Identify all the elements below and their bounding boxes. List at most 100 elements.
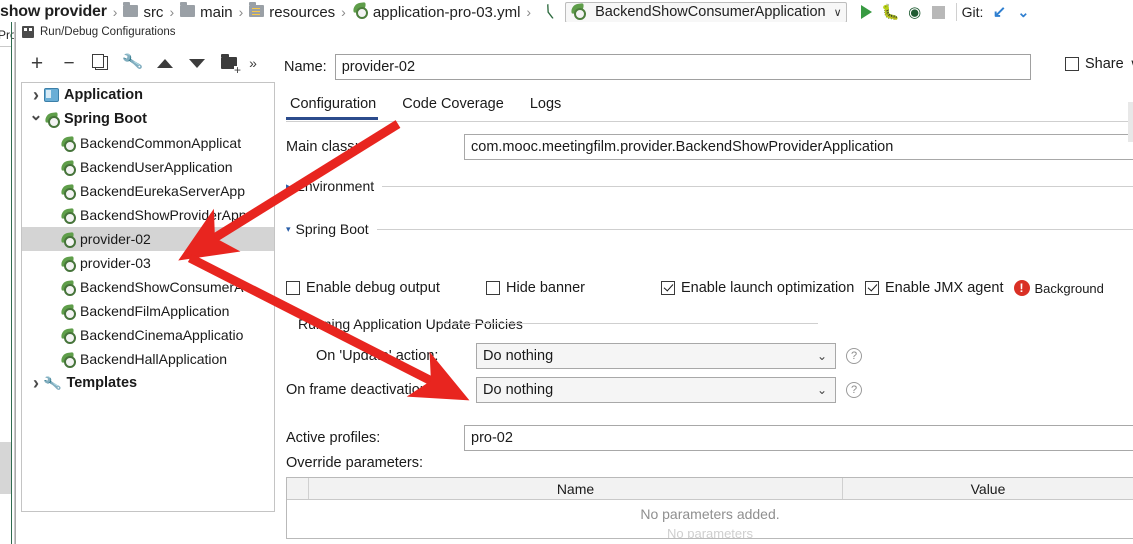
checkbox-box[interactable] — [661, 281, 675, 295]
folder-icon — [180, 1, 196, 21]
tree-item-label: BackendCommonApplicat — [80, 135, 242, 151]
environment-section-header[interactable]: ▸ Environment — [286, 178, 1133, 194]
breadcrumb-item-src[interactable]: src — [123, 1, 164, 21]
breadcrumb-separator: › — [112, 4, 118, 20]
share-checkbox[interactable] — [1065, 57, 1079, 71]
tree-item-templates[interactable]: 🔧 Templates — [22, 371, 274, 395]
tree-item-backendshowproviderapplication[interactable]: BackendShowProviderApp — [22, 203, 274, 227]
on-update-action-select[interactable]: Do nothing ⌄ — [476, 343, 836, 369]
breadcrumb-label-resources: resources — [269, 3, 336, 21]
breadcrumb-item-main[interactable]: main — [180, 1, 233, 21]
add-configuration-button[interactable] — [21, 51, 53, 75]
tree-item-application[interactable]: Application — [22, 83, 274, 107]
on-update-action-value: Do nothing — [483, 348, 554, 364]
breadcrumb-label-src: src — [143, 3, 164, 21]
tree-item-backendcommonapplication[interactable]: BackendCommonApplicat — [22, 131, 274, 155]
enable-debug-output-label: Enable debug output — [306, 280, 440, 296]
run-debug-icon — [22, 26, 34, 38]
on-frame-deactivation-row: On frame deactivation: Do nothing ⌄ ? — [286, 377, 862, 403]
vertical-scrollbar[interactable] — [1128, 102, 1133, 142]
on-frame-deactivation-select[interactable]: Do nothing ⌄ — [476, 377, 836, 403]
ide-breadcrumb-bar: show provider › src › main › resources ›… — [0, 0, 1133, 24]
tree-item-backendfilmapplication[interactable]: BackendFilmApplication — [22, 299, 274, 323]
more-options-button[interactable]: » — [245, 51, 261, 75]
spring-leaf-icon — [570, 4, 587, 21]
run-icon[interactable] — [855, 1, 879, 23]
tree-item-label: BackendUserApplication — [80, 159, 233, 175]
breadcrumb-separator: › — [341, 4, 346, 20]
tab-logs[interactable]: Logs — [526, 92, 573, 120]
tree-item-backenduserapplication[interactable]: BackendUserApplication — [22, 155, 274, 179]
configurations-tree[interactable]: Application Spring Boot BackendCommonApp… — [21, 82, 275, 512]
tab-configuration[interactable]: Configuration — [286, 92, 388, 120]
git-update-icon[interactable]: ↙ — [987, 1, 1011, 23]
error-circle-icon: ! — [1013, 280, 1030, 296]
edit-templates-button[interactable]: 🔧 — [117, 51, 149, 75]
tree-item-backendeurekaserverapplication[interactable]: BackendEurekaServerApp — [22, 179, 274, 203]
name-field-row: Name: — [284, 54, 1031, 80]
tree-item-spring-boot[interactable]: Spring Boot — [22, 107, 274, 131]
copy-configuration-button[interactable] — [85, 51, 117, 75]
enable-launch-optimization-checkbox[interactable]: Enable launch optimization — [661, 280, 865, 296]
hammer-icon[interactable]: ⟨ — [537, 1, 561, 23]
tree-item-label: Application — [64, 87, 143, 103]
breadcrumb-separator: › — [238, 4, 244, 20]
stop-icon[interactable] — [927, 1, 951, 23]
table-header-value[interactable]: Value — [843, 478, 1133, 499]
spring-leaf-icon — [60, 328, 77, 344]
breadcrumb-label-main: main — [200, 3, 233, 21]
breadcrumb-item-file[interactable]: application-pro-03.yml — [352, 3, 520, 21]
run-with-coverage-icon[interactable]: ◉ — [903, 1, 927, 23]
move-down-button[interactable] — [181, 51, 213, 75]
background-label: Background — [1034, 280, 1104, 296]
breadcrumb-item-project[interactable]: show provider — [0, 3, 107, 21]
tree-item-backendhallapplication[interactable]: BackendHallApplication — [22, 347, 274, 371]
section-divider — [382, 185, 1133, 187]
breadcrumb-separator: › — [169, 4, 175, 20]
chevron-right-icon[interactable] — [28, 373, 44, 394]
active-profiles-input[interactable] — [464, 425, 1133, 451]
create-folder-button[interactable] — [213, 51, 245, 75]
tree-item-backendshowconsumerapplication[interactable]: BackendShowConsumerA — [22, 275, 274, 299]
update-policies-title: Running Application Update Policies — [298, 316, 523, 332]
override-parameters-table[interactable]: Name Value No parameters added. No param… — [286, 477, 1133, 539]
help-icon[interactable]: ? — [846, 382, 862, 398]
section-divider — [376, 228, 1133, 230]
enable-debug-output-checkbox[interactable]: Enable debug output — [286, 280, 486, 296]
hide-banner-checkbox[interactable]: Hide banner — [486, 280, 661, 296]
debug-icon[interactable]: 🐛 — [879, 1, 903, 23]
chevron-right-icon[interactable] — [28, 85, 44, 106]
toolbar-divider — [955, 3, 957, 21]
run-configuration-selector[interactable]: BackendShowConsumerApplication ∨ — [565, 1, 847, 23]
name-input[interactable] — [334, 54, 1031, 80]
resources-folder-icon — [249, 1, 265, 21]
git-chevron-down-icon[interactable]: ⌄ — [1017, 4, 1029, 21]
tab-code-coverage[interactable]: Code Coverage — [398, 92, 516, 120]
tree-item-label: Spring Boot — [64, 111, 147, 127]
table-ghost-row: No parameters — [667, 526, 753, 538]
tree-item-provider-03[interactable]: provider-03 — [22, 251, 274, 275]
left-scroll-remnant[interactable] — [0, 442, 11, 494]
checkbox-box[interactable] — [865, 281, 879, 295]
checkbox-box[interactable] — [486, 281, 500, 295]
chevron-down-icon: ⌄ — [816, 349, 827, 363]
remove-configuration-button[interactable] — [53, 51, 85, 75]
breadcrumb-item-resources[interactable]: resources — [249, 1, 336, 21]
environment-section-title: Environment — [295, 178, 375, 194]
enable-jmx-agent-checkbox[interactable]: Enable JMX agent — [865, 280, 1004, 296]
spring-leaf-icon — [60, 160, 77, 176]
chevron-down-icon: ∨ — [833, 6, 842, 19]
move-up-button[interactable] — [149, 51, 181, 75]
main-class-input[interactable] — [464, 134, 1133, 160]
spring-leaf-icon — [60, 280, 77, 296]
on-update-action-label: On 'Update' action: — [316, 348, 439, 364]
spring-boot-section-header[interactable]: ▾ Spring Boot — [286, 221, 1133, 237]
tree-item-backendcinemaapplication[interactable]: BackendCinemaApplicatio — [22, 323, 274, 347]
chevron-down-icon[interactable] — [28, 109, 44, 129]
checkbox-box[interactable] — [286, 281, 300, 295]
tree-item-provider-02[interactable]: provider-02 — [22, 227, 274, 251]
table-header-name[interactable]: Name — [309, 478, 843, 499]
dialog-title-bar: Run/Debug Configurations — [16, 22, 1133, 42]
help-icon[interactable]: ? — [846, 348, 862, 364]
share-checkbox-row[interactable]: Share ∨ — [1065, 56, 1133, 72]
